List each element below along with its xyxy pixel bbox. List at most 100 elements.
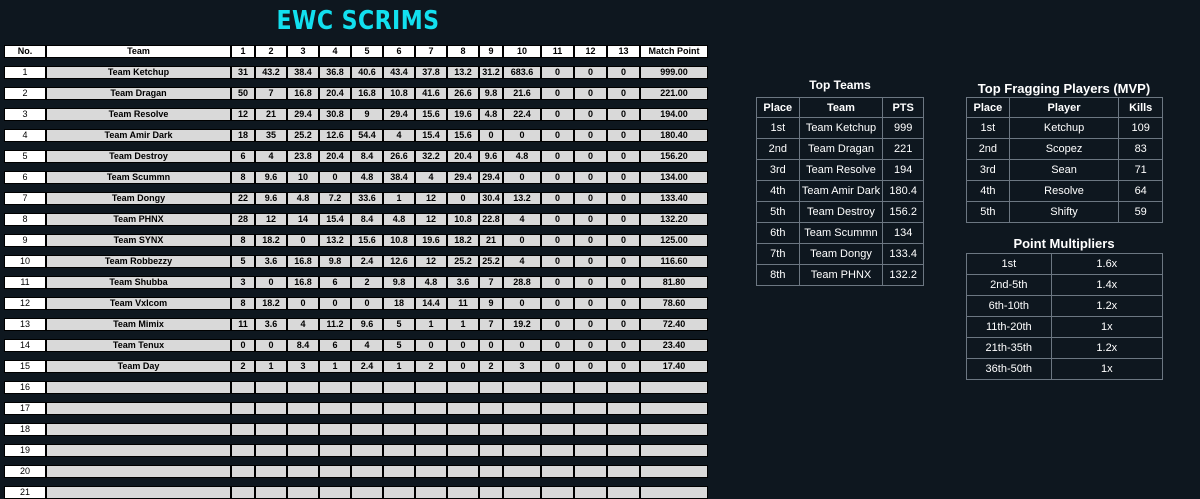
game-score-cell: 4	[287, 318, 319, 331]
side-table-cell: Team Resolve	[798, 159, 884, 181]
game-score-cell: 26.6	[447, 87, 479, 100]
game-score-cell	[479, 465, 503, 478]
side-table-cell: 6th	[756, 222, 800, 244]
game-score-cell: 0	[574, 192, 607, 205]
side-table-cell: 132.2	[882, 264, 924, 286]
game-score-cell	[607, 402, 640, 415]
game-score-cell: 16.8	[287, 276, 319, 289]
side-table-cell: 5th	[756, 201, 800, 223]
game-score-cell: 0	[503, 129, 541, 142]
team-name-cell	[46, 381, 231, 394]
game-score-cell: 29.4	[479, 171, 503, 184]
game-score-cell: 36.8	[319, 66, 351, 79]
game-score-cell: 25.2	[479, 255, 503, 268]
game-score-cell: 21.6	[503, 87, 541, 100]
header-cell: 10	[503, 45, 541, 58]
side-table-row: 7th Team Dongy 133.4	[756, 243, 924, 265]
game-score-cell	[255, 402, 287, 415]
game-score-cell	[503, 423, 541, 436]
match-point-cell: 194.00	[640, 108, 708, 121]
game-score-cell: 0	[574, 339, 607, 352]
game-score-cell	[574, 444, 607, 457]
table-row: 9 Team SYNX 8 18.2 0 13.2 15.6 10.8 19.6 18.2 21 0 0…	[4, 234, 714, 247]
game-score-cell	[447, 423, 479, 436]
game-score-cell	[255, 465, 287, 478]
game-score-cell	[607, 381, 640, 394]
game-score-cell: 28.8	[503, 276, 541, 289]
side-table-cell: 11th-20th	[966, 316, 1052, 338]
game-score-cell	[383, 402, 415, 415]
game-score-cell: 0	[541, 150, 574, 163]
team-name-cell: Team Day	[46, 360, 231, 373]
side-table-row: 1st Ketchup 109	[966, 117, 1163, 139]
game-score-cell: 38.4	[287, 66, 319, 79]
game-score-cell	[319, 402, 351, 415]
game-score-cell: 33.6	[351, 192, 383, 205]
game-score-cell	[383, 486, 415, 499]
side-table-row: 4th Team Amir Dark 180.4	[756, 180, 924, 202]
game-score-cell: 0	[503, 234, 541, 247]
side-table-cell: 83	[1118, 138, 1163, 160]
game-score-cell: 0	[607, 276, 640, 289]
game-score-cell: 15.6	[351, 234, 383, 247]
game-score-cell	[541, 444, 574, 457]
game-score-cell	[503, 402, 541, 415]
game-score-cell: 9.6	[479, 150, 503, 163]
table-row: 4 Team Amir Dark 18 35 25.2 12.6 54.4 4 15.4 15.6…	[4, 129, 714, 142]
side-table-row: 6th Team Scummn 134	[756, 222, 924, 244]
row-number: 7	[4, 192, 46, 205]
row-number: 20	[4, 465, 46, 478]
side-table-cell: Ketchup	[1008, 117, 1120, 139]
game-score-cell	[383, 423, 415, 436]
row-number: 17	[4, 402, 46, 415]
side-table-cell: Team Destroy	[798, 201, 884, 223]
side-table-cell: 7th	[756, 243, 800, 265]
game-score-cell: 29.4	[447, 171, 479, 184]
side-table-row: 1st 1.6x	[966, 253, 1164, 275]
game-score-cell: 0	[607, 171, 640, 184]
game-score-cell: 0	[574, 66, 607, 79]
team-name-cell: Team PHNX	[46, 213, 231, 226]
game-score-cell	[479, 444, 503, 457]
game-score-cell: 11	[447, 297, 479, 310]
game-score-cell	[383, 465, 415, 478]
game-score-cell: 15.6	[415, 108, 447, 121]
table-row: 5 Team Destroy 6 4 23.8 20.4 8.4 26.6 32.2 20.4 9.…	[4, 150, 714, 163]
game-score-cell: 12	[231, 108, 255, 121]
match-point-cell	[640, 444, 708, 457]
game-score-cell: 12	[415, 255, 447, 268]
team-name-cell: Team Robbezzy	[46, 255, 231, 268]
side-table-cell: 133.4	[882, 243, 924, 265]
side-header-cell: Kills	[1118, 97, 1163, 118]
side-table-cell: 36th-50th	[966, 358, 1052, 380]
game-score-cell: 3.6	[447, 276, 479, 289]
game-score-cell: 0	[607, 150, 640, 163]
side-table-cell: 2nd	[756, 138, 800, 160]
game-score-cell: 7	[479, 276, 503, 289]
game-score-cell	[231, 486, 255, 499]
game-score-cell: 6	[319, 276, 351, 289]
game-score-cell: 4.8	[383, 213, 415, 226]
side-table-cell: 1st	[966, 117, 1010, 139]
side-table-row: 2nd Scopez 83	[966, 138, 1163, 160]
table-row: 17	[4, 402, 714, 415]
game-score-cell	[255, 381, 287, 394]
header-cell: 9	[479, 45, 503, 58]
game-score-cell: 9.8	[479, 87, 503, 100]
game-score-cell: 0	[479, 339, 503, 352]
game-score-cell	[415, 444, 447, 457]
game-score-cell: 10.8	[383, 234, 415, 247]
game-score-cell	[287, 486, 319, 499]
game-score-cell: 9.6	[255, 192, 287, 205]
side-table-cell: 999	[882, 117, 924, 139]
row-number: 5	[4, 150, 46, 163]
game-score-cell: 0	[287, 297, 319, 310]
side-table-cell: Team PHNX	[798, 264, 884, 286]
game-score-cell: 2	[479, 360, 503, 373]
game-score-cell: 4.8	[287, 192, 319, 205]
game-score-cell	[319, 465, 351, 478]
row-number: 4	[4, 129, 46, 142]
game-score-cell: 0	[607, 255, 640, 268]
match-point-cell: 180.40	[640, 129, 708, 142]
game-score-cell	[479, 402, 503, 415]
